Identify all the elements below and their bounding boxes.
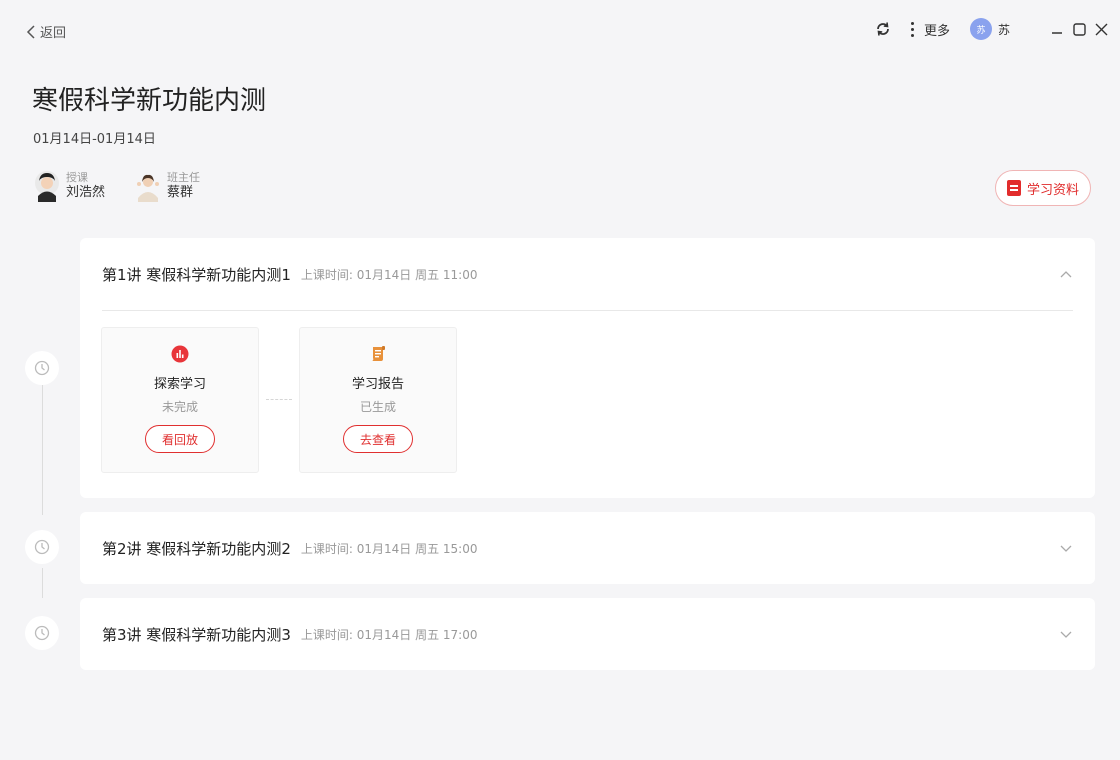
top-right-tools: 更多 苏 苏 <box>875 14 1108 44</box>
timeline-node <box>25 530 59 564</box>
activity-title: 探索学习 <box>153 377 206 392</box>
teacher-role: 授课 <box>66 171 88 184</box>
refresh-button[interactable] <box>875 21 891 37</box>
watch-replay-button[interactable]: 看回放 <box>145 425 215 453</box>
lesson-header[interactable]: 第1讲 寒假科学新功能内测1 上课时间: 01月14日 周五 11:00 <box>80 238 1095 310</box>
teacher-photo-icon <box>137 174 160 202</box>
back-button[interactable]: 返回 <box>26 22 66 41</box>
clock-icon <box>34 360 50 376</box>
lesson-card: 第3讲 寒假科学新功能内测3 上课时间: 01月14日 周五 17:00 <box>80 598 1095 670</box>
teacher-name: 刘浩然 <box>66 185 106 200</box>
lesson-card: 第2讲 寒假科学新功能内测2 上课时间: 01月14日 周五 15:00 <box>80 512 1095 584</box>
activity-card-explore: 探索学习 未完成 看回放 <box>101 327 259 473</box>
minimize-icon <box>1052 32 1062 34</box>
lesson-title: 第3讲 寒假科学新功能内测3 <box>102 625 291 644</box>
more-menu-button[interactable]: 更多 <box>910 20 950 39</box>
close-icon <box>1095 23 1107 35</box>
timeline-line <box>42 385 43 515</box>
lesson-time: 上课时间: 01月14日 周五 17:00 <box>300 627 478 642</box>
teachers-row: 授课 刘浩然 班主任 蔡群 <box>34 170 230 202</box>
activity-card-report: 学习报告 已生成 去查看 <box>299 327 457 473</box>
avatar: 苏 <box>969 18 992 40</box>
close-button[interactable] <box>1094 21 1108 37</box>
top-bar: 返回 更多 苏 苏 <box>0 0 1120 62</box>
chevron-down-icon[interactable] <box>1059 543 1073 553</box>
teacher-lecturer: 授课 刘浩然 <box>34 170 105 202</box>
user-menu[interactable]: 苏 苏 <box>969 18 1010 40</box>
page-title: 寒假科学新功能内测 <box>32 86 267 116</box>
view-report-button[interactable]: 去查看 <box>343 425 413 453</box>
user-name: 苏 <box>997 22 1010 37</box>
chevron-down-icon[interactable] <box>1059 629 1073 639</box>
lesson-title: 第1讲 寒假科学新功能内测1 <box>102 265 291 284</box>
chevron-up-icon[interactable] <box>1059 269 1073 279</box>
study-materials-button[interactable]: 学习资料 <box>995 170 1091 206</box>
more-dots-icon <box>910 21 914 37</box>
minimize-button[interactable] <box>1050 21 1064 37</box>
activity-status: 已生成 <box>359 400 396 414</box>
lesson-card: 第1讲 寒假科学新功能内测1 上课时间: 01月14日 周五 11:00 探索学… <box>80 238 1095 498</box>
lesson-header[interactable]: 第2讲 寒假科学新功能内测2 上课时间: 01月14日 周五 15:00 <box>80 512 1095 584</box>
activity-title: 学习报告 <box>351 377 404 392</box>
teacher-name: 蔡群 <box>167 185 194 200</box>
maximize-button[interactable] <box>1072 21 1086 37</box>
chevron-left-icon <box>26 24 35 39</box>
activity-status: 未完成 <box>161 400 198 414</box>
timeline-line <box>42 568 43 598</box>
more-label: 更多 <box>923 23 950 39</box>
lesson-header[interactable]: 第3讲 寒假科学新功能内测3 上课时间: 01月14日 周五 17:00 <box>80 598 1095 670</box>
card-connector <box>266 399 292 400</box>
back-label: 返回 <box>40 26 67 41</box>
timeline-node <box>25 351 59 385</box>
lesson-time: 上课时间: 01月14日 周五 11:00 <box>300 267 478 282</box>
window-controls <box>1050 21 1108 37</box>
study-materials-label: 学习资料 <box>1026 182 1079 198</box>
course-date-range: 01月14日-01月14日 <box>33 132 156 147</box>
teacher-head: 班主任 蔡群 <box>135 170 200 202</box>
document-icon <box>1006 180 1021 196</box>
explore-chart-icon <box>171 345 189 363</box>
maximize-icon <box>1072 22 1086 36</box>
lesson-time: 上课时间: 01月14日 周五 15:00 <box>300 541 478 556</box>
lesson-title: 第2讲 寒假科学新功能内测2 <box>102 539 291 558</box>
report-scroll-icon <box>372 346 385 361</box>
lesson-activities: 探索学习 未完成 看回放 学习报告 已生成 去查看 <box>80 311 1095 498</box>
refresh-icon <box>877 22 889 36</box>
teacher-role: 班主任 <box>167 171 201 184</box>
teacher-photo-icon <box>35 171 59 202</box>
clock-icon <box>34 625 50 641</box>
timeline-node <box>25 616 59 650</box>
clock-icon <box>34 539 50 555</box>
